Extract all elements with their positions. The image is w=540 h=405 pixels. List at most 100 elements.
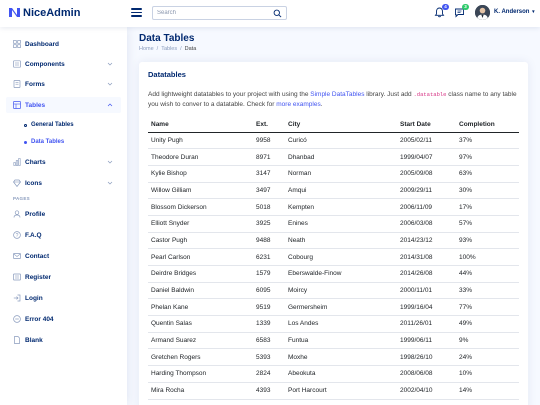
table-row: Deirdre Bridges 1579 Eberswalde-Finow 2014/… bbox=[148, 265, 519, 283]
cell-ext: 3497 bbox=[253, 182, 285, 200]
app-logo[interactable]: NiceAdmin bbox=[8, 6, 80, 19]
breadcrumb-home[interactable]: Home bbox=[139, 46, 154, 52]
cell-ext: 5018 bbox=[253, 198, 285, 216]
sidebar-item-error-404[interactable]: Error 404 bbox=[6, 311, 121, 327]
cell-ext: 3147 bbox=[253, 165, 285, 183]
cell-ext: 6231 bbox=[253, 248, 285, 266]
breadcrumb-tables[interactable]: Tables bbox=[161, 46, 177, 52]
notifications-badge: 4 bbox=[442, 4, 449, 10]
sidebar-item-forms[interactable]: Forms bbox=[6, 76, 121, 92]
cell-completion: 93% bbox=[456, 232, 519, 250]
cell-completion: 14% bbox=[456, 382, 519, 400]
sidebar-item-label: Login bbox=[25, 294, 43, 302]
table-row: Elliott Snyder 3925 Enines 2006/03/08 57% bbox=[148, 215, 519, 233]
sidebar-item-charts[interactable]: Charts bbox=[6, 154, 121, 170]
table-row: Quentin Salas 1339 Los Andes 2011/26/01 49% bbox=[148, 315, 519, 333]
sidebar-item-login[interactable]: Login bbox=[6, 290, 121, 306]
card-title: Datatables bbox=[148, 70, 186, 79]
sidebar-item-icons[interactable]: Icons bbox=[6, 175, 121, 191]
cell-ext: 5393 bbox=[253, 348, 285, 367]
table-row: Pearl Carlson 6231 Cobourg 2014/31/08 100% bbox=[148, 248, 519, 266]
cell-city: Dhanbad bbox=[285, 148, 397, 166]
cell-name: Unity Pugh bbox=[148, 132, 253, 150]
card-text-part: . bbox=[320, 101, 323, 108]
search-icon[interactable] bbox=[273, 9, 282, 18]
bullet-icon bbox=[24, 140, 27, 144]
table-header-row: Name Ext. City Start Date Completion bbox=[148, 118, 519, 133]
messages-button[interactable]: 3 bbox=[454, 4, 469, 18]
sidebar-item-faq[interactable]: ? F.A.Q bbox=[6, 227, 121, 243]
profile-dropdown[interactable]: K. Anderson ▼ bbox=[494, 9, 536, 15]
cell-ext: 9519 bbox=[253, 298, 285, 317]
cell-start-date: 1999/06/11 bbox=[397, 332, 456, 350]
cell-completion: 10% bbox=[456, 365, 519, 383]
cell-city: Moxhe bbox=[285, 348, 397, 367]
cell-start-date: 2005/02/11 bbox=[397, 132, 456, 150]
cell-ext: 6583 bbox=[253, 332, 285, 350]
table-row: Phelan Kane 9519 Germersheim 1999/16/04 77% bbox=[148, 298, 519, 317]
cell-name: Deirdre Bridges bbox=[148, 265, 253, 283]
notifications-button[interactable]: 4 bbox=[434, 4, 449, 18]
cell-start-date: 1999/04/07 bbox=[397, 148, 456, 166]
search-input[interactable] bbox=[153, 7, 268, 19]
cell-city: Los Andes bbox=[285, 315, 397, 333]
cell-completion: 63% bbox=[456, 165, 519, 183]
cell-completion: 77% bbox=[456, 298, 519, 317]
file-icon bbox=[14, 336, 20, 344]
app-name: NiceAdmin bbox=[23, 6, 81, 19]
login-icon bbox=[13, 294, 21, 302]
sidebar-subitem-general-tables[interactable]: General Tables bbox=[24, 119, 74, 131]
column-header-ext[interactable]: Ext. bbox=[253, 118, 285, 133]
toggle-sidebar-button[interactable] bbox=[131, 8, 142, 17]
simple-datatables-link[interactable]: Simple DataTables bbox=[310, 91, 364, 98]
cell-name: Daniel Baldwin bbox=[148, 282, 253, 300]
envelope-icon bbox=[13, 253, 21, 259]
breadcrumb-separator: / bbox=[180, 46, 182, 52]
cell-city: Eberswalde-Finow bbox=[285, 265, 397, 283]
sidebar-subitem-label: General Tables bbox=[31, 122, 74, 128]
cell-ext: 2824 bbox=[253, 365, 285, 383]
table-row: Daniel Baldwin 6095 Moircy 2000/11/01 33% bbox=[148, 282, 519, 300]
column-header-completion[interactable]: Completion bbox=[456, 118, 519, 133]
avatar[interactable] bbox=[475, 5, 490, 20]
cell-start-date: 2009/29/11 bbox=[397, 182, 456, 200]
bullet-icon bbox=[24, 123, 27, 127]
cell-ext: 1579 bbox=[253, 265, 285, 283]
column-header-name[interactable]: Name bbox=[148, 118, 253, 133]
chevron-up-icon bbox=[107, 103, 113, 107]
sidebar-item-tables[interactable]: Tables bbox=[6, 97, 121, 113]
sidebar-item-contact[interactable]: Contact bbox=[6, 248, 121, 264]
gem-icon bbox=[13, 179, 21, 187]
svg-text:?: ? bbox=[16, 233, 19, 239]
sidebar-item-label: F.A.Q bbox=[25, 231, 42, 239]
cell-completion: 44% bbox=[456, 265, 519, 283]
cell-name: Blossom Dickerson bbox=[148, 198, 253, 216]
cell-ext: 1339 bbox=[253, 315, 285, 333]
cell-completion: 97% bbox=[456, 148, 519, 166]
table-row: Theodore Duran 8971 Dhanbad 1999/04/07 97% bbox=[148, 148, 519, 166]
card-text-part: library. Just add bbox=[364, 91, 414, 98]
sidebar-item-register[interactable]: Register bbox=[6, 269, 121, 285]
sidebar-item-dashboard[interactable]: Dashboard bbox=[6, 36, 121, 52]
sidebar-item-profile[interactable]: Profile bbox=[6, 206, 121, 222]
cell-completion: 24% bbox=[456, 348, 519, 367]
column-header-start-date[interactable]: Start Date bbox=[397, 118, 456, 133]
more-examples-link[interactable]: more examples bbox=[276, 101, 320, 108]
cell-start-date: 2011/26/01 bbox=[397, 315, 456, 333]
cell-name: Armand Suarez bbox=[148, 332, 253, 350]
card-text-part: Add lightweight datatables to your proje… bbox=[148, 91, 311, 98]
sidebar-item-label: Forms bbox=[25, 80, 45, 88]
column-header-city[interactable]: City bbox=[285, 118, 397, 133]
breadcrumb: Home / Tables / Data bbox=[139, 46, 199, 52]
caret-down-icon: ▼ bbox=[531, 9, 536, 14]
sidebar-item-components[interactable]: Components bbox=[6, 56, 121, 72]
profile-name: K. Anderson bbox=[494, 9, 530, 15]
sidebar-item-blank[interactable]: Blank bbox=[6, 332, 121, 348]
cell-completion: 49% bbox=[456, 315, 519, 333]
cell-start-date: 2014/31/08 bbox=[397, 248, 456, 266]
cell-name: Mira Rocha bbox=[148, 382, 253, 400]
data-table: Name Ext. City Start Date Completion Uni… bbox=[148, 118, 519, 400]
sidebar-item-label: Profile bbox=[25, 210, 46, 218]
sidebar-subitem-data-tables[interactable]: Data Tables bbox=[24, 136, 64, 148]
sidebar-item-label: Icons bbox=[25, 179, 42, 187]
